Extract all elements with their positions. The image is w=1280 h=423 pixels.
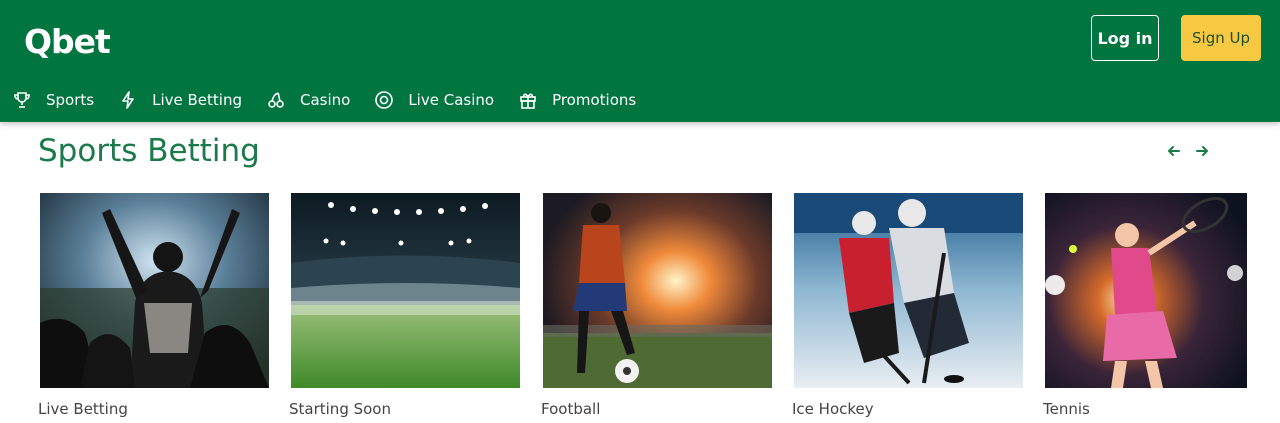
nav-item-label: Live Casino (408, 91, 495, 109)
arrow-left-icon (1168, 146, 1180, 156)
trophy-icon (12, 90, 32, 110)
nav-item-promotions[interactable]: Promotions (518, 90, 636, 110)
chip-icon (374, 90, 394, 110)
nav-item-live-casino[interactable]: Live Casino (374, 90, 494, 110)
cherries-icon (266, 90, 286, 110)
sport-card-label: Tennis (1043, 400, 1090, 418)
nav-item-label: Live Betting (152, 91, 242, 109)
sport-card-live-betting[interactable]: Live Betting (38, 193, 269, 418)
carousel-next-button[interactable] (1191, 140, 1213, 162)
tennis-player-image (1045, 193, 1247, 388)
sport-card-label: Starting Soon (289, 400, 391, 418)
sport-card-label: Football (541, 400, 601, 418)
arrow-right-icon (1196, 146, 1208, 156)
carousel-prev-button[interactable] (1163, 140, 1185, 162)
nav-item-casino[interactable]: Casino (266, 90, 350, 110)
sport-card-label: Live Betting (38, 400, 128, 418)
signup-button[interactable]: Sign Up (1181, 15, 1261, 61)
sport-card-football[interactable]: Football (541, 193, 772, 418)
nav-item-sports[interactable]: Sports (12, 90, 94, 110)
nav-item-label: Promotions (552, 91, 637, 109)
sport-card-tennis[interactable]: Tennis (1043, 193, 1247, 418)
login-button[interactable]: Log in (1091, 15, 1159, 61)
stadium-crowd-image (40, 193, 269, 388)
qbet-logo[interactable]: Qbet (24, 22, 111, 61)
football-player-image (543, 193, 772, 388)
site-header: Qbet Log in Sign Up Sports Live Betting … (0, 0, 1280, 122)
empty-stadium-image (291, 193, 520, 388)
nav-item-label: Casino (299, 91, 351, 109)
sport-card-label: Ice Hockey (792, 400, 874, 418)
ice-hockey-image (794, 193, 1023, 388)
lightning-icon (118, 90, 138, 110)
sport-card-ice-hockey[interactable]: Ice Hockey (792, 193, 1023, 418)
nav-item-label: Sports (46, 91, 95, 109)
gift-icon (518, 90, 538, 110)
main-nav: Sports Live Betting Casino Live Casino P… (0, 86, 660, 114)
sport-card-starting-soon[interactable]: Starting Soon (289, 193, 520, 418)
section-title: Sports Betting (38, 133, 260, 169)
nav-item-live-betting[interactable]: Live Betting (118, 90, 242, 110)
